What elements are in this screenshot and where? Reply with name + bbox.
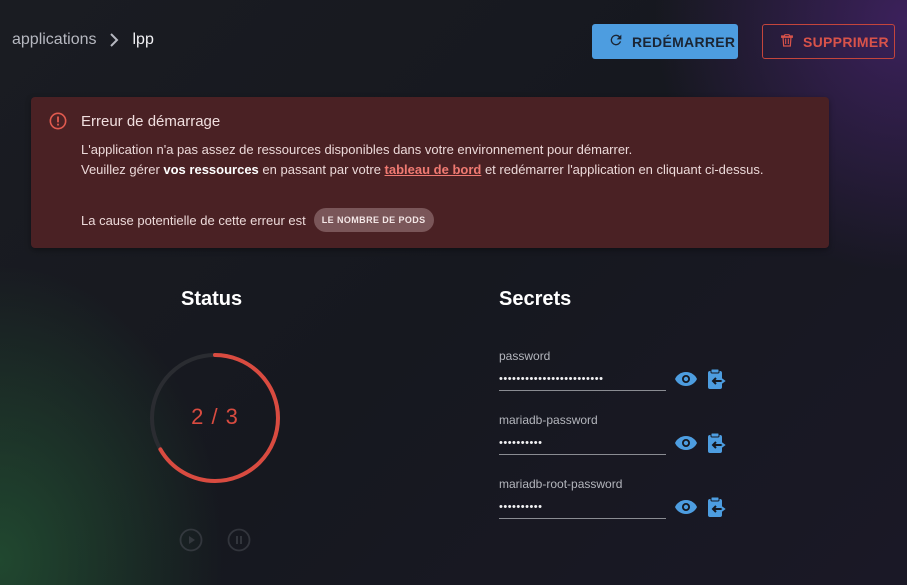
pause-icon[interactable] bbox=[227, 528, 251, 552]
clipboard-icon[interactable] bbox=[707, 496, 727, 518]
eye-icon[interactable] bbox=[674, 499, 698, 515]
chevron-right-icon bbox=[109, 33, 119, 47]
secret-value-field[interactable]: •••••••••• bbox=[499, 497, 666, 519]
alert-text-segment: et redémarrer l'application en cliquant … bbox=[481, 162, 764, 177]
secret-mariadb-root-password: mariadb-root-password •••••••••• bbox=[499, 477, 739, 527]
alert-message-line1: L'application n'a pas assez de ressource… bbox=[81, 142, 633, 157]
secrets-title: Secrets bbox=[499, 288, 572, 310]
alert-cause-text: La cause potentielle de cette erreur est bbox=[81, 212, 306, 228]
status-title: Status bbox=[181, 288, 243, 310]
restart-button[interactable]: REDÉMARRER bbox=[592, 24, 738, 59]
secret-label: mariadb-password bbox=[499, 413, 598, 427]
breadcrumb-applications-link[interactable]: applications bbox=[12, 31, 97, 49]
clipboard-icon[interactable] bbox=[707, 432, 727, 454]
secret-password: password •••••••••••••••••••••••• bbox=[499, 349, 739, 399]
trash-icon bbox=[779, 32, 795, 51]
play-icon[interactable] bbox=[179, 528, 203, 552]
restart-label: REDÉMARRER bbox=[632, 33, 736, 50]
secret-label: mariadb-root-password bbox=[499, 477, 623, 491]
eye-icon[interactable] bbox=[674, 435, 698, 451]
dashboard-link[interactable]: tableau de bord bbox=[385, 162, 482, 177]
alert-message-line2: Veuillez gérer vos ressources en passant… bbox=[81, 162, 763, 177]
delete-label: SUPPRIMER bbox=[803, 33, 889, 50]
alert-resources-emphasis: vos ressources bbox=[163, 162, 259, 177]
refresh-icon bbox=[608, 32, 624, 51]
alert-text-segment: en passant par votre bbox=[258, 162, 385, 177]
error-circle-icon bbox=[49, 112, 67, 135]
breadcrumb: applications lpp bbox=[12, 31, 154, 49]
secret-value-field[interactable]: •••••••••••••••••••••••• bbox=[499, 369, 666, 391]
cause-chip: LE NOMBRE DE PODS bbox=[313, 208, 434, 232]
secret-mariadb-password: mariadb-password •••••••••• bbox=[499, 413, 739, 463]
secret-label: password bbox=[499, 349, 551, 363]
secret-value-field[interactable]: •••••••••• bbox=[499, 433, 666, 455]
breadcrumb-current: lpp bbox=[132, 31, 154, 48]
delete-button[interactable]: SUPPRIMER bbox=[762, 24, 895, 59]
eye-icon[interactable] bbox=[674, 371, 698, 387]
alert-title: Erreur de démarrage bbox=[81, 113, 221, 130]
status-ready-count: 2 / 3 bbox=[191, 404, 239, 429]
alert-cause-row: La cause potentielle de cette erreur est… bbox=[81, 208, 434, 232]
alert-text-segment: Veuillez gérer bbox=[81, 162, 164, 177]
clipboard-icon[interactable] bbox=[707, 368, 727, 390]
startup-error-alert: Erreur de démarrage L'application n'a pa… bbox=[31, 97, 829, 248]
